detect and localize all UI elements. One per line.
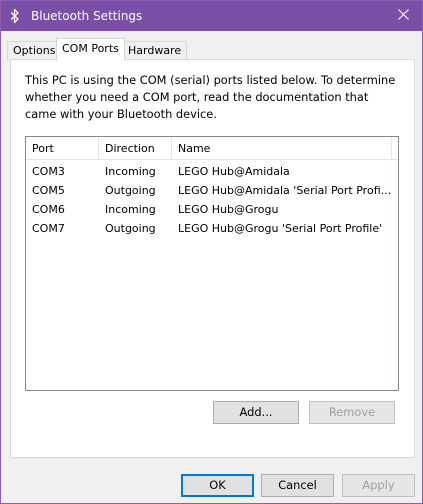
table-row[interactable]: COM6 Incoming LEGO Hub@Grogu — [26, 200, 398, 219]
row-name: LEGO Hub@Amidala — [178, 165, 290, 178]
close-button[interactable] — [384, 1, 422, 31]
apply-button[interactable]: Apply — [342, 474, 415, 497]
add-button[interactable]: Add... — [213, 401, 299, 424]
column-header-port[interactable]: Port — [26, 137, 99, 160]
ok-button[interactable]: OK — [181, 474, 254, 497]
row-name: LEGO Hub@Grogu — [178, 203, 279, 216]
row-name: LEGO Hub@Amidala 'Serial Port Profi... — [178, 184, 392, 197]
com-ports-panel: This PC is using the COM (serial) ports … — [10, 59, 415, 458]
cancel-button[interactable]: Cancel — [261, 474, 334, 497]
column-header-direction[interactable]: Direction — [99, 137, 172, 160]
table-row[interactable]: COM5 Outgoing LEGO Hub@Amidala 'Serial P… — [26, 181, 398, 200]
bluetooth-icon — [8, 8, 22, 24]
title-bar[interactable]: Bluetooth Settings — [1, 1, 422, 31]
row-direction: Outgoing — [105, 222, 156, 235]
row-direction: Incoming — [105, 203, 156, 216]
remove-button[interactable]: Remove — [309, 401, 395, 424]
window-title: Bluetooth Settings — [31, 9, 143, 23]
row-port: COM5 — [32, 184, 65, 197]
column-header-name[interactable]: Name — [172, 137, 392, 160]
close-icon — [397, 9, 409, 23]
row-port: COM3 — [32, 165, 65, 178]
tab-strip: Options COM Ports Hardware — [7, 38, 417, 61]
com-ports-list[interactable]: Port Direction Name COM3 Incoming LEGO H… — [25, 136, 399, 391]
row-direction: Outgoing — [105, 184, 156, 197]
row-direction: Incoming — [105, 165, 156, 178]
tab-options[interactable]: Options — [7, 41, 62, 60]
table-row[interactable]: COM3 Incoming LEGO Hub@Amidala — [26, 162, 398, 181]
bluetooth-settings-window: Bluetooth Settings Options COM Ports Har… — [0, 0, 423, 504]
tab-hardware[interactable]: Hardware — [122, 41, 188, 60]
row-port: COM7 — [32, 222, 65, 235]
row-name: LEGO Hub@Grogu 'Serial Port Profile' — [178, 222, 383, 235]
list-header: Port Direction Name — [26, 137, 398, 160]
row-port: COM6 — [32, 203, 65, 216]
tab-com-ports[interactable]: COM Ports — [56, 38, 125, 61]
com-ports-description: This PC is using the COM (serial) ports … — [25, 73, 396, 121]
table-row[interactable]: COM7 Outgoing LEGO Hub@Grogu 'Serial Por… — [26, 219, 398, 238]
